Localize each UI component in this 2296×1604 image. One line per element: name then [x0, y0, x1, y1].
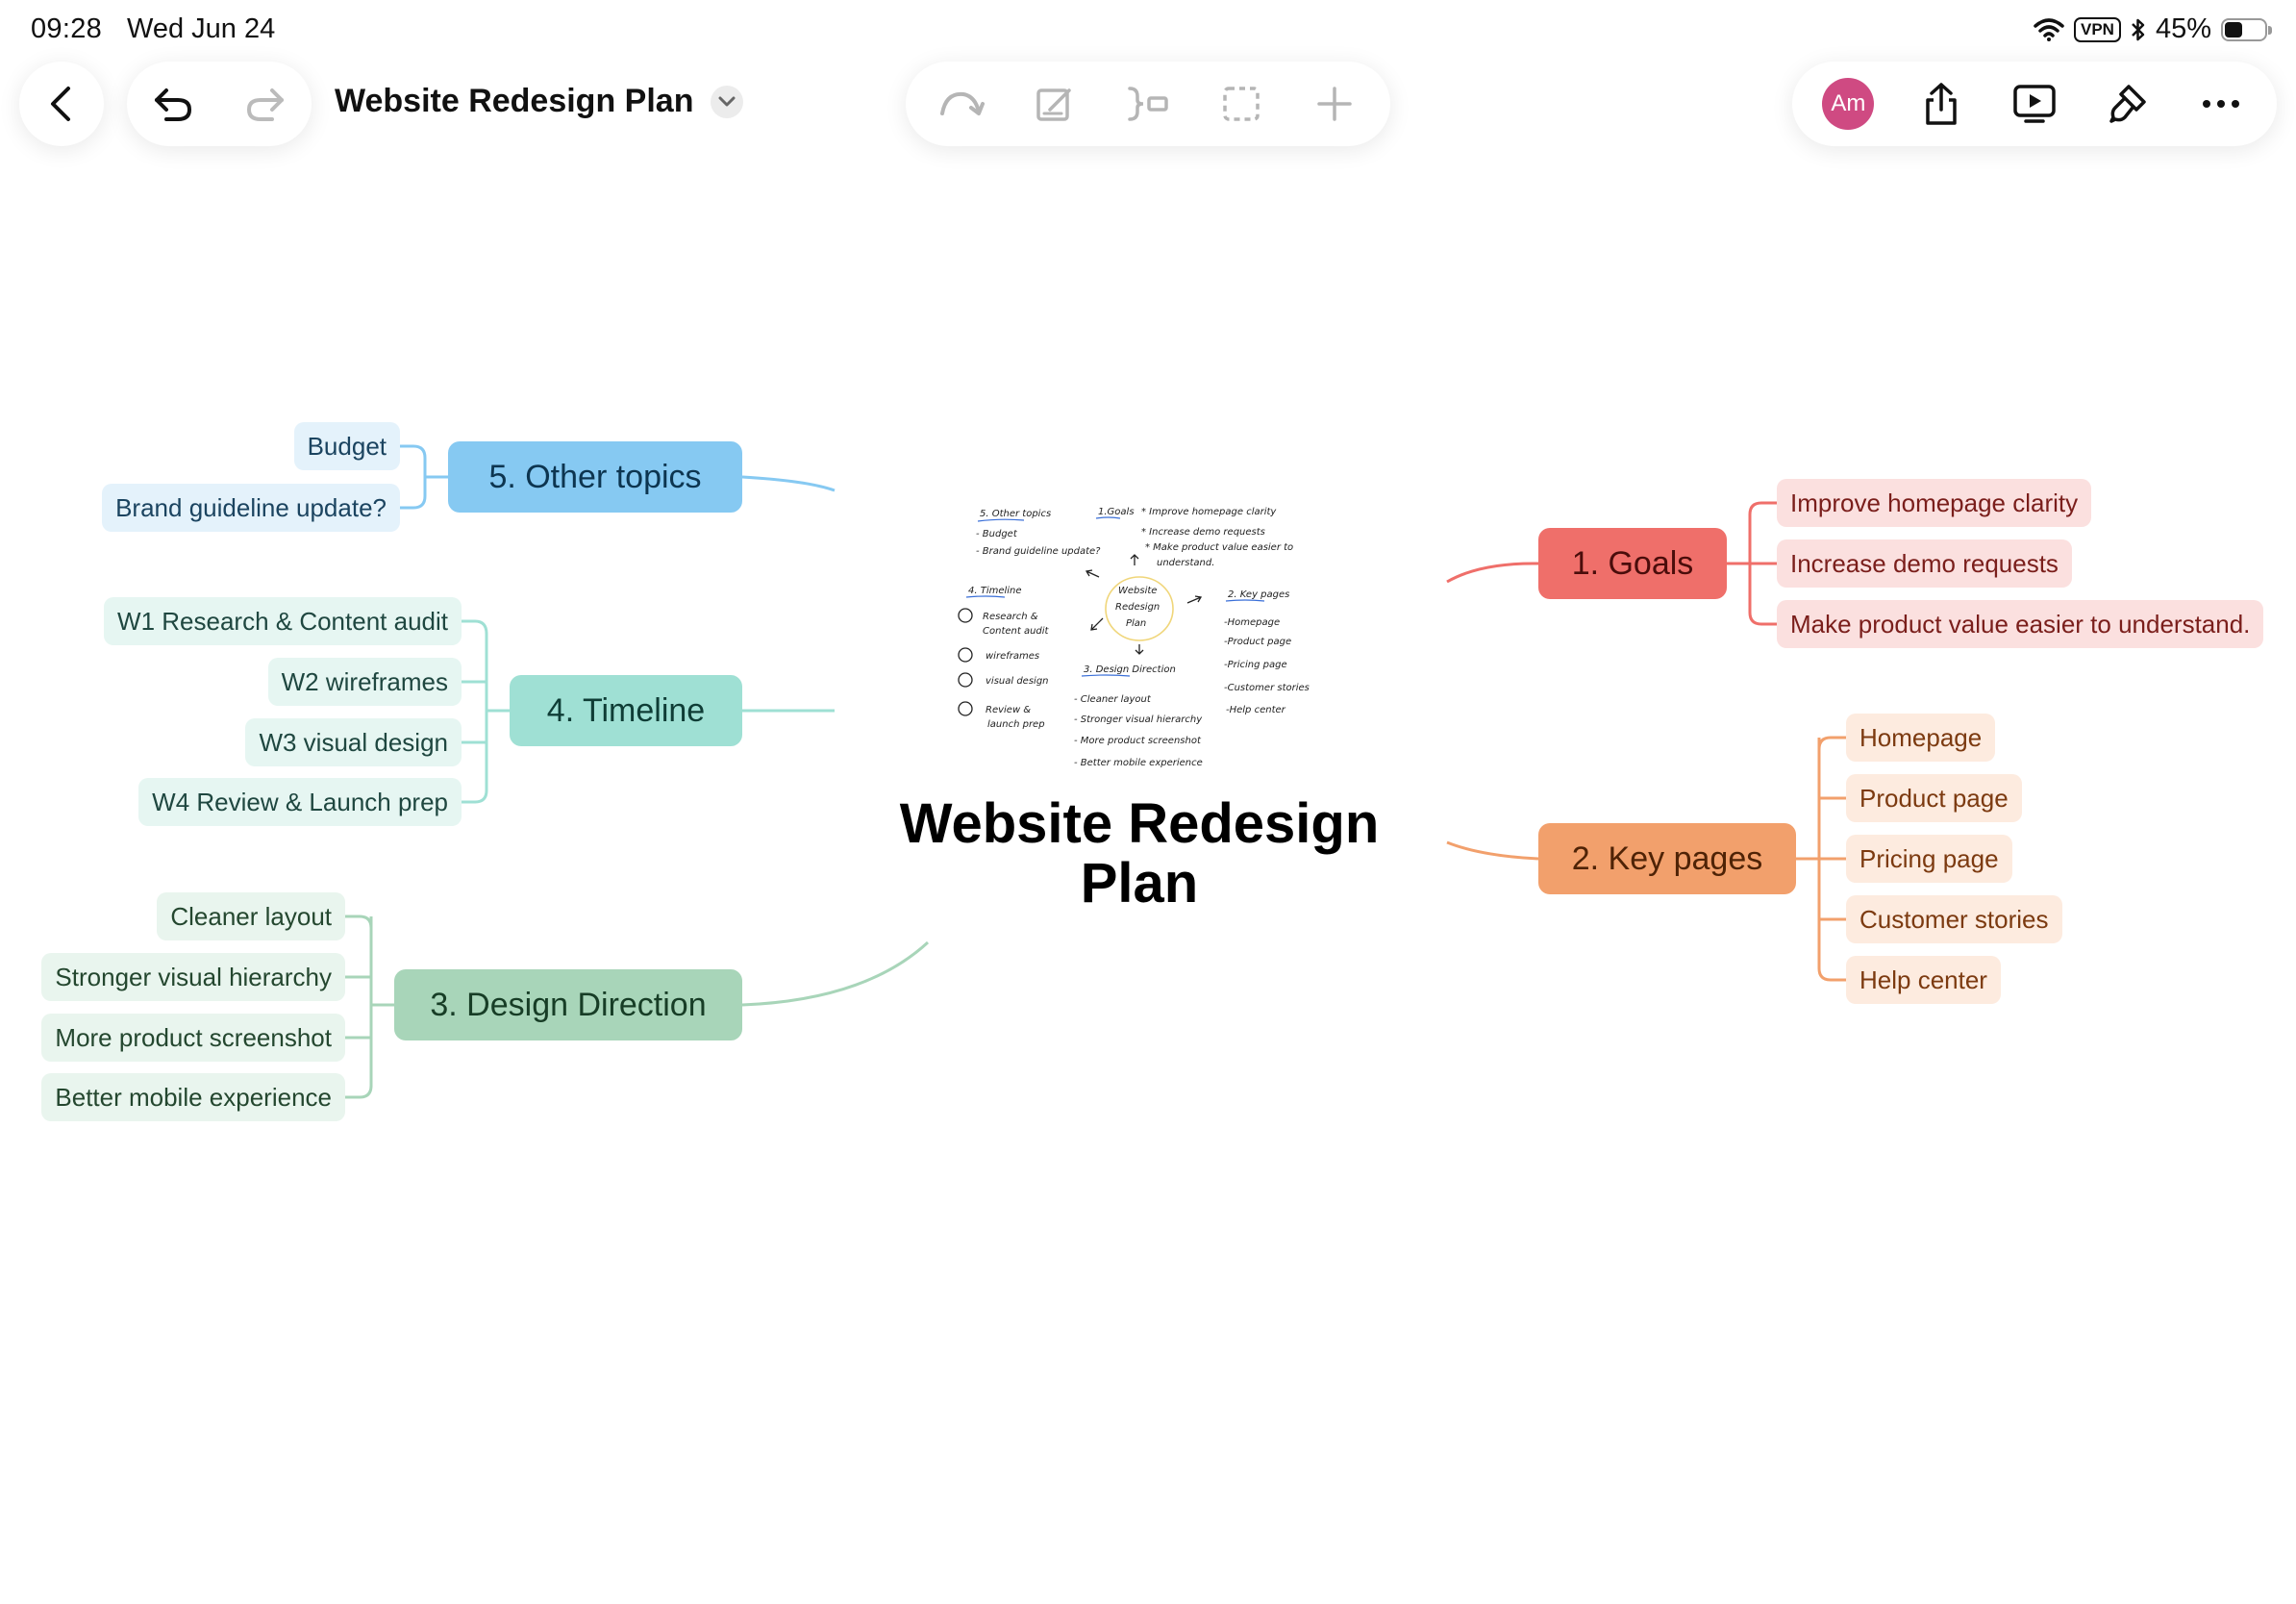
- mindmap-canvas[interactable]: 5. Other topics - Budget - Brand guideli…: [0, 0, 2296, 1604]
- branch-other-topics[interactable]: 5. Other topics: [448, 441, 742, 513]
- goals-item-1[interactable]: Improve homepage clarity: [1777, 479, 2092, 527]
- sketch-d2: - Stronger visual hierarchy: [1074, 714, 1203, 725]
- branch-goals[interactable]: 1. Goals: [1538, 528, 1727, 599]
- timeline-item-w4[interactable]: W4 Review & Launch prep: [138, 778, 462, 826]
- sketch-d4: - Better mobile experience: [1074, 758, 1203, 768]
- sketch-w1b: Content audit: [983, 626, 1050, 637]
- sketch-other-topics: 5. Other topics: [980, 509, 1051, 519]
- sketch-goal2: * Increase demo requests: [1141, 527, 1265, 538]
- sketch-k2: -Product page: [1224, 637, 1291, 647]
- sketch-d3: - More product screenshot: [1074, 736, 1202, 746]
- sketch-center2: Redesign: [1115, 602, 1160, 613]
- handwritten-sketch-image[interactable]: 5. Other topics - Budget - Brand guideli…: [947, 495, 1332, 784]
- sketch-keypages: 2. Key pages: [1228, 589, 1289, 600]
- sketch-goal3: * Make product value easier to: [1145, 542, 1293, 553]
- key-pages-item-pricing[interactable]: Pricing page: [1846, 835, 2012, 883]
- sketch-k3: -Pricing page: [1224, 660, 1287, 670]
- sketch-w4a: Review &: [986, 705, 1031, 715]
- sketch-k5: -Help center: [1226, 705, 1286, 715]
- branch-design-direction[interactable]: 3. Design Direction: [394, 969, 742, 1040]
- other-topics-item-budget[interactable]: Budget: [293, 422, 400, 470]
- goals-item-3[interactable]: Make product value easier to understand.: [1777, 600, 2264, 648]
- sketch-w4b: launch prep: [987, 719, 1045, 730]
- sketch-timeline: 4. Timeline: [968, 586, 1022, 596]
- sketch-goal3b: understand.: [1157, 558, 1214, 568]
- key-pages-item-customer-stories[interactable]: Customer stories: [1846, 895, 2062, 943]
- design-item-mobile-experience[interactable]: Better mobile experience: [41, 1073, 345, 1121]
- sketch-d1: - Cleaner layout: [1074, 694, 1152, 705]
- design-item-cleaner-layout[interactable]: Cleaner layout: [157, 892, 345, 940]
- sketch-brand: - Brand guideline update?: [976, 546, 1101, 557]
- sketch-w3: visual design: [986, 676, 1049, 687]
- sketch-design: 3. Design Direction: [1084, 664, 1176, 675]
- sketch-goal1: * Improve homepage clarity: [1141, 507, 1277, 517]
- timeline-item-w3[interactable]: W3 visual design: [245, 718, 462, 766]
- branch-key-pages[interactable]: 2. Key pages: [1538, 823, 1796, 894]
- design-item-product-screenshot[interactable]: More product screenshot: [41, 1014, 345, 1062]
- design-item-visual-hierarchy[interactable]: Stronger visual hierarchy: [41, 953, 345, 1001]
- sketch-k1: -Homepage: [1224, 617, 1280, 628]
- sketch-goals: 1.Goals: [1098, 507, 1135, 517]
- key-pages-item-help-center[interactable]: Help center: [1846, 956, 2001, 1004]
- sketch-center3: Plan: [1126, 618, 1146, 629]
- sketch-w1a: Research &: [983, 612, 1038, 622]
- key-pages-item-homepage[interactable]: Homepage: [1846, 714, 1996, 762]
- branch-timeline[interactable]: 4. Timeline: [510, 675, 742, 746]
- timeline-item-w1[interactable]: W1 Research & Content audit: [104, 597, 462, 645]
- sketch-budget: - Budget: [976, 529, 1018, 539]
- sketch-w2: wireframes: [986, 651, 1039, 662]
- sketch-center1: Website: [1118, 586, 1157, 596]
- timeline-item-w2[interactable]: W2 wireframes: [267, 658, 462, 706]
- sketch-k4: -Customer stories: [1224, 683, 1310, 693]
- goals-item-2[interactable]: Increase demo requests: [1777, 539, 2072, 588]
- central-topic[interactable]: Website Redesign Plan: [865, 794, 1413, 914]
- key-pages-item-product[interactable]: Product page: [1846, 774, 2022, 822]
- other-topics-item-brand-guideline[interactable]: Brand guideline update?: [102, 484, 400, 532]
